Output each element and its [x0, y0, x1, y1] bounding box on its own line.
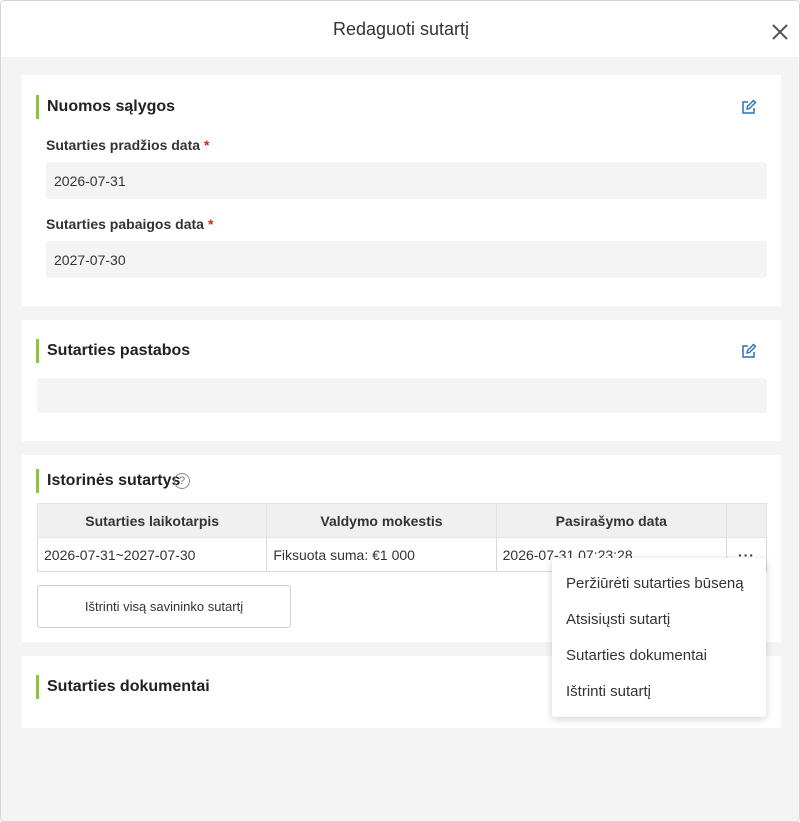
- help-icon[interactable]: ?: [174, 473, 190, 489]
- menu-item-download[interactable]: Atsisiųsti sutartį: [552, 602, 766, 638]
- end-date-value: 2027-07-30: [54, 252, 126, 268]
- delete-all-owner-contracts-button[interactable]: Ištrinti visą savininko sutartį: [37, 585, 291, 628]
- menu-item-documents[interactable]: Sutarties dokumentai: [552, 638, 766, 674]
- notes-field[interactable]: [37, 378, 767, 413]
- row-actions-menu: Peržiūrėti sutarties būseną Atsisiųsti s…: [552, 558, 766, 717]
- modal-title: Redaguoti sutartį: [332, 19, 470, 39]
- column-header: Sutarties laikotarpis: [36, 503, 268, 538]
- start-date-field[interactable]: 2026-07-31: [46, 162, 767, 199]
- notes-card: Sutarties pastabos: [22, 320, 781, 441]
- column-header-actions: [725, 503, 768, 538]
- required-mark: *: [204, 137, 210, 153]
- cell-period: 2026-07-31~2027-07-30: [36, 537, 268, 572]
- section-title-documents: Sutarties dokumentai: [36, 675, 210, 699]
- section-title-notes: Sutarties pastabos: [36, 339, 190, 363]
- section-title-history: Istorinės sutartys: [36, 469, 180, 493]
- table-header-row: Sutarties laikotarpis Valdymo mokestis P…: [36, 503, 768, 538]
- end-date-label: Sutarties pabaigos data *: [46, 216, 213, 232]
- end-date-label-text: Sutarties pabaigos data: [46, 216, 204, 232]
- start-date-value: 2026-07-31: [54, 173, 126, 189]
- menu-item-delete[interactable]: Ištrinti sutartį: [552, 674, 766, 710]
- edit-icon[interactable]: [741, 99, 757, 115]
- required-mark: *: [207, 216, 214, 232]
- menu-item-view-status[interactable]: Peržiūrėti sutarties būseną: [552, 566, 766, 602]
- section-title-rent-terms: Nuomos sąlygos: [36, 95, 175, 119]
- cell-fee: Fiksuota suma: €1 000: [266, 537, 497, 572]
- start-date-label: Sutarties pradžios data *: [46, 137, 210, 153]
- edit-icon[interactable]: [741, 343, 757, 359]
- modal-header: Redaguoti sutartį: [1, 1, 799, 57]
- column-header: Valdymo mokestis: [266, 503, 497, 538]
- column-header: Pasirašymo data: [495, 503, 727, 538]
- close-icon[interactable]: [769, 21, 791, 43]
- rent-terms-card: Nuomos sąlygos Sutarties pradžios data * …: [22, 75, 781, 306]
- start-date-label-text: Sutarties pradžios data: [46, 137, 201, 153]
- edit-contract-modal: Redaguoti sutartį Nuomos sąlygos Sutarti…: [0, 0, 800, 822]
- end-date-field[interactable]: 2027-07-30: [46, 241, 767, 278]
